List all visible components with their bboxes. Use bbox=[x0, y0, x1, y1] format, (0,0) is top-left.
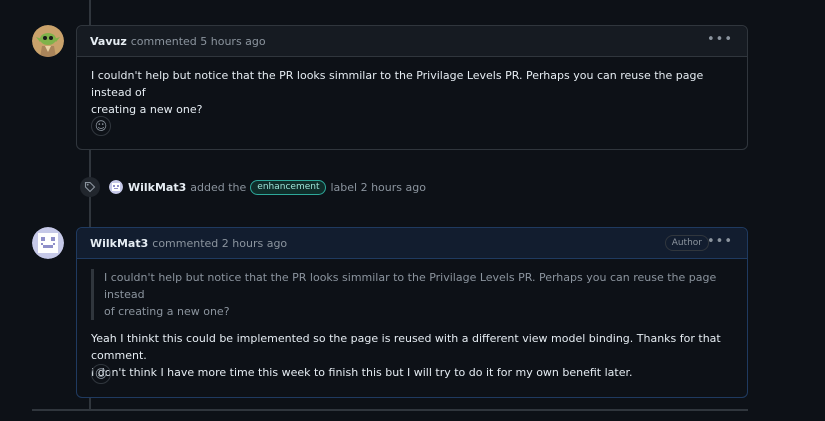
timeline-divider bbox=[32, 409, 748, 411]
event-suffix: label 2 hours ago bbox=[330, 180, 426, 194]
comment-author[interactable]: Vavuz bbox=[90, 35, 127, 48]
quoted-reply: I couldn't help but notice that the PR l… bbox=[91, 269, 733, 320]
comment-card: Vavuz commented 5 hours ago ••• I couldn… bbox=[76, 25, 748, 150]
avatar-wilkmat3-small[interactable] bbox=[109, 180, 123, 194]
comment-paragraph-line: I couldn't help but notice that the PR l… bbox=[91, 69, 704, 99]
tag-icon bbox=[80, 177, 100, 197]
smiley-icon[interactable]: ☺ bbox=[91, 364, 111, 384]
avatar-vavuz[interactable] bbox=[32, 25, 64, 57]
comment-timestamp[interactable]: commented 2 hours ago bbox=[152, 237, 287, 250]
quote-line: of creating a new one? bbox=[104, 305, 230, 318]
comment-header: WilkMat3 commented 2 hours ago Author ••… bbox=[77, 228, 747, 259]
comment-header: Vavuz commented 5 hours ago ••• bbox=[77, 26, 747, 57]
label-enhancement[interactable]: enhancement bbox=[250, 179, 327, 195]
quote-line: I couldn't help but notice that the PR l… bbox=[104, 271, 717, 301]
comment-body: I couldn't help but notice that the PR l… bbox=[77, 259, 747, 381]
comment-author[interactable]: WilkMat3 bbox=[90, 237, 148, 250]
comment-paragraph-line: Yeah I thinkt this could be implemented … bbox=[91, 332, 721, 362]
event-actor[interactable]: WilkMat3 bbox=[128, 181, 186, 194]
smiley-icon[interactable]: ☺ bbox=[91, 116, 111, 136]
label-event: WilkMat3 added the enhancement label 2 h… bbox=[80, 177, 426, 197]
author-badge: Author bbox=[664, 235, 709, 251]
comment-body: I couldn't help but notice that the PR l… bbox=[77, 57, 747, 118]
comment-card: WilkMat3 commented 2 hours ago Author ••… bbox=[76, 227, 748, 398]
event-action: added the bbox=[190, 180, 247, 194]
comment-paragraph-line: creating a new one? bbox=[91, 103, 203, 116]
kebab-horizontal-icon[interactable]: ••• bbox=[707, 235, 733, 249]
comment-paragraph-line: I don't think I have more time this week… bbox=[91, 366, 633, 379]
comment-timestamp[interactable]: commented 5 hours ago bbox=[131, 35, 266, 48]
kebab-horizontal-icon[interactable]: ••• bbox=[707, 33, 733, 47]
avatar-wilkmat3[interactable] bbox=[32, 227, 64, 259]
